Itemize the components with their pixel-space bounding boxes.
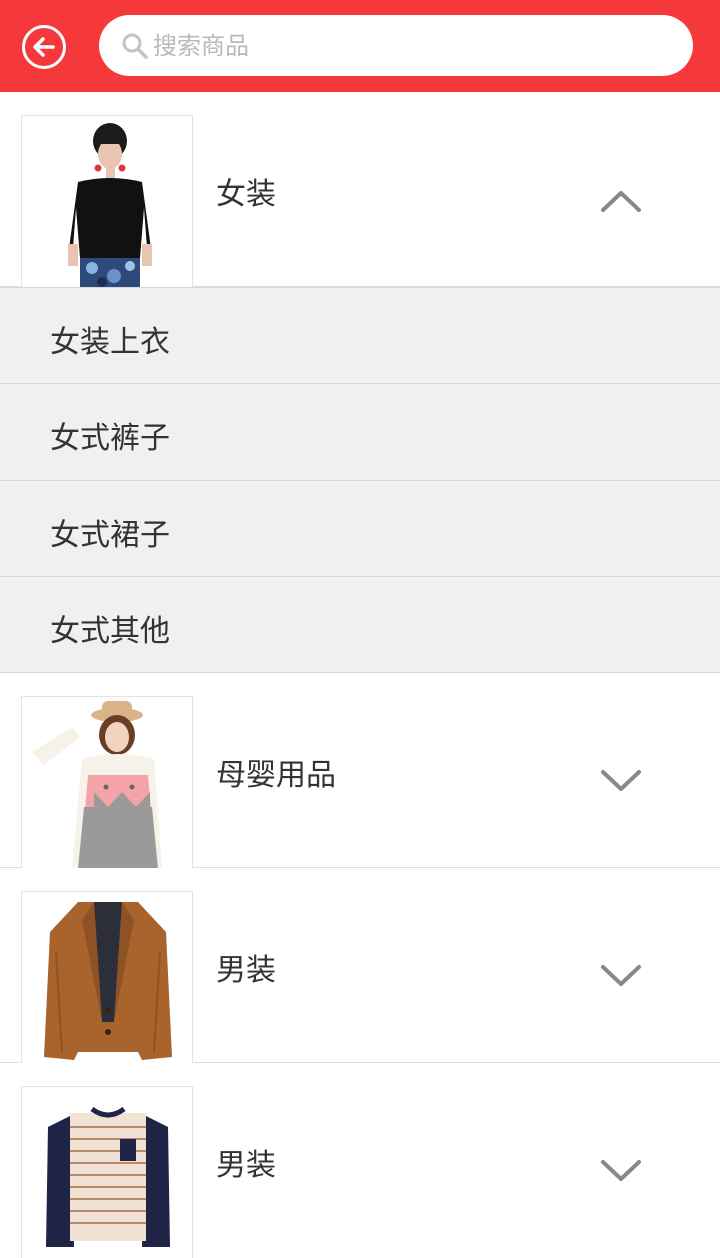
search-input[interactable]: [153, 28, 673, 64]
subcategory-label: 女装上衣: [50, 325, 170, 360]
subcategory-item[interactable]: 女装上衣: [0, 287, 720, 383]
chevron-down-icon[interactable]: [600, 769, 642, 793]
chevron-down-icon[interactable]: [600, 964, 642, 988]
arrow-left-circle-icon: [33, 37, 55, 57]
category-row[interactable]: 母婴用品: [0, 673, 720, 868]
subcategory-list: 女装上衣 女式裤子 女式裙子 女式其他: [0, 287, 720, 673]
subcategory-item[interactable]: 女式其他: [0, 576, 720, 673]
subcategory-label: 女式其他: [50, 614, 170, 649]
subcategory-label: 女式裤子: [50, 421, 170, 456]
search-icon: [122, 33, 148, 59]
category-label: 母婴用品: [216, 758, 336, 793]
category-row[interactable]: 男装: [0, 868, 720, 1063]
category-image: [21, 115, 193, 287]
chevron-down-icon[interactable]: [600, 1159, 642, 1183]
category-row[interactable]: 女装: [0, 92, 720, 287]
category-image: [21, 696, 193, 868]
chevron-up-icon[interactable]: [600, 189, 642, 213]
top-bar: [0, 0, 720, 92]
category-label: 女装: [216, 177, 276, 212]
category-label: 男装: [216, 953, 276, 988]
category-row[interactable]: 男装: [0, 1063, 720, 1258]
category-image: [21, 1086, 193, 1258]
subcategory-item[interactable]: 女式裙子: [0, 480, 720, 576]
subcategory-item[interactable]: 女式裤子: [0, 383, 720, 479]
back-button[interactable]: [22, 25, 66, 69]
subcategory-label: 女式裙子: [50, 518, 170, 553]
category-label: 男装: [216, 1148, 276, 1183]
category-image: [21, 891, 193, 1063]
